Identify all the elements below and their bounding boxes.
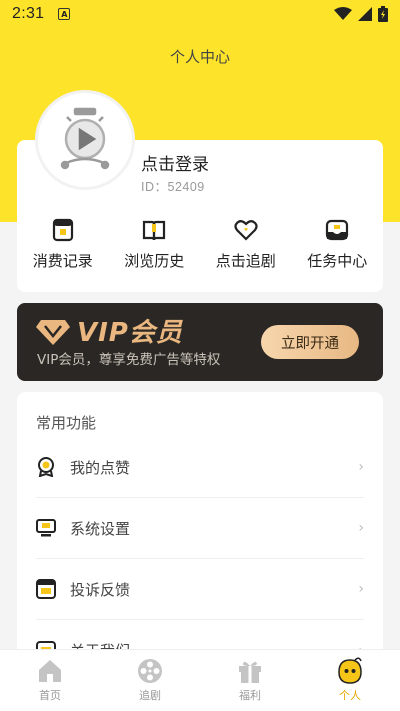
profile-face-icon — [338, 657, 362, 684]
menu-item-system-settings[interactable]: 系统设置 › — [36, 498, 364, 559]
common-functions-card: 常用功能 我的点赞 › 系统设置 › 投诉反馈 › 关于我们 › — [17, 392, 383, 692]
quick-action-label: 任务中心 — [307, 252, 368, 270]
tab-label: 首页 — [39, 689, 61, 702]
bottom-tab-bar: 首页 追剧 福利 个人 — [0, 649, 400, 711]
quick-action-browse-history[interactable]: 浏览历史 — [109, 218, 201, 271]
chevron-right-icon: › — [358, 459, 364, 475]
menu-item-label: 投诉反馈 — [70, 580, 131, 599]
status-time: 2:31 — [12, 5, 45, 22]
tab-home[interactable]: 首页 — [0, 650, 100, 711]
home-icon — [39, 660, 61, 682]
vip-title: VIP会员 — [77, 318, 183, 348]
status-bar: 2:31 A — [0, 0, 400, 28]
quick-action-consume-records[interactable]: 消费记录 — [17, 218, 109, 271]
tab-label: 追剧 — [139, 689, 161, 702]
page-title: 个人中心 — [169, 48, 230, 66]
chevron-right-icon: › — [358, 581, 364, 597]
feedback-icon — [36, 579, 56, 599]
wifi-icon — [334, 7, 352, 20]
battery-icon — [378, 6, 388, 22]
section-title: 常用功能 — [36, 414, 97, 432]
vip-open-button[interactable]: 立即开通 — [261, 325, 359, 359]
avatar[interactable] — [35, 90, 135, 190]
quick-action-label: 消费记录 — [32, 252, 93, 270]
heart-icon — [234, 220, 258, 241]
tab-label: 个人 — [339, 689, 361, 702]
chevron-right-icon: › — [358, 520, 364, 536]
quick-action-label: 浏览历史 — [124, 252, 185, 270]
notification-badge-icon: A — [58, 8, 71, 20]
diamond-icon — [36, 320, 70, 345]
user-id: ID：52409 — [141, 180, 205, 194]
tab-profile[interactable]: 个人 — [300, 650, 400, 711]
book-icon — [143, 220, 166, 241]
menu-item-feedback[interactable]: 投诉反馈 › — [36, 559, 364, 620]
quick-action-follow-drama[interactable]: 点击追剧 — [200, 218, 292, 271]
quick-action-label: 点击追剧 — [215, 252, 276, 270]
tab-welfare[interactable]: 福利 — [200, 650, 300, 711]
avatar-placeholder-icon — [60, 107, 110, 170]
login-link[interactable]: 点击登录 — [141, 150, 209, 175]
monitor-icon — [36, 518, 56, 538]
tab-follow-drama[interactable]: 追剧 — [100, 650, 200, 711]
quick-actions: 消费记录 浏览历史 点击追剧 任务中心 — [17, 218, 383, 271]
menu-item-label: 我的点赞 — [70, 458, 131, 477]
menu-item-label: 系统设置 — [70, 519, 131, 538]
signal-icon — [358, 7, 372, 21]
tab-label: 福利 — [239, 689, 261, 702]
vip-subtitle: VIP会员，尊享免费广告等特权 — [37, 352, 221, 368]
gift-icon — [239, 661, 261, 683]
receipt-icon — [52, 218, 73, 242]
medal-icon — [36, 457, 56, 477]
quick-action-task-center[interactable]: 任务中心 — [292, 218, 384, 271]
menu-item-my-likes[interactable]: 我的点赞 › — [36, 437, 364, 498]
vip-banner[interactable]: VIP会员 VIP会员，尊享免费广告等特权 立即开通 — [17, 303, 383, 381]
film-reel-icon — [138, 659, 162, 683]
inbox-icon — [326, 219, 349, 241]
